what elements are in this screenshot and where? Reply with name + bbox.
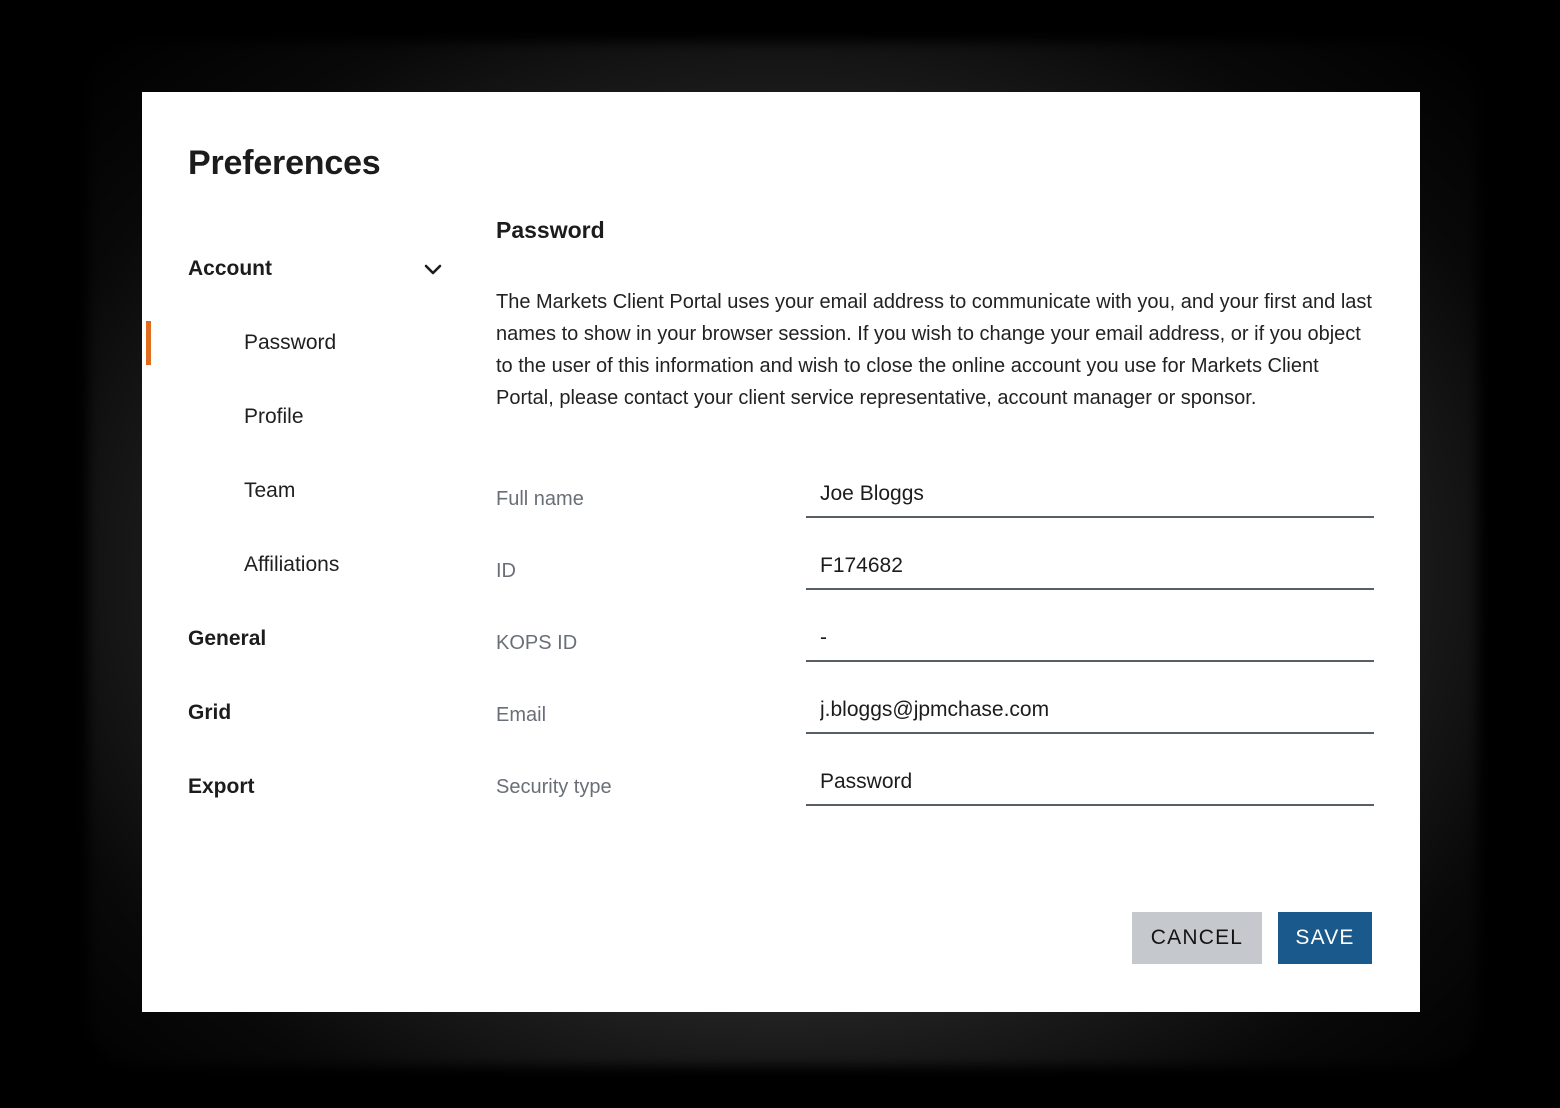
sidebar-item-general[interactable]: General (142, 602, 494, 676)
sidebar-item-profile-label: Profile (244, 405, 304, 428)
field-row-full-name: Full name (496, 478, 1396, 550)
field-row-email: Email (496, 694, 1396, 766)
preferences-main-panel: Password The Markets Client Portal uses … (496, 217, 1396, 838)
security-type-input[interactable] (806, 766, 1374, 806)
sidebar-item-affiliations[interactable]: Affiliations (142, 528, 494, 602)
email-input[interactable] (806, 694, 1374, 734)
sidebar-item-grid-label: Grid (188, 701, 232, 724)
sidebar-item-grid[interactable]: Grid (142, 676, 494, 750)
sidebar-item-team-label: Team (244, 479, 296, 502)
field-row-id: ID (496, 550, 1396, 622)
sidebar-group-account-label: Account (188, 257, 272, 280)
screen-backdrop: Preferences Account Password Profile Tea… (0, 0, 1560, 1108)
account-form: Full name ID KOPS ID (496, 478, 1396, 838)
security-type-label: Security type (496, 776, 612, 798)
section-description: The Markets Client Portal uses your emai… (496, 291, 1372, 409)
id-input[interactable] (806, 550, 1374, 590)
field-row-security-type: Security type (496, 766, 1396, 838)
full-name-label: Full name (496, 488, 584, 510)
preferences-sidebar: Account Password Profile Team Affiliatio… (142, 232, 494, 824)
sidebar-group-account[interactable]: Account (142, 232, 494, 306)
sidebar-item-affiliations-label: Affiliations (244, 553, 340, 576)
dialog-actions: CANCEL SAVE (1132, 912, 1372, 964)
id-label: ID (496, 560, 516, 582)
id-control (806, 550, 1396, 590)
sidebar-item-export-label: Export (188, 775, 255, 798)
kops-id-control (806, 622, 1396, 662)
sidebar-item-export[interactable]: Export (142, 750, 494, 824)
full-name-input[interactable] (806, 478, 1374, 518)
full-name-control (806, 478, 1396, 518)
chevron-down-icon[interactable] (420, 256, 446, 282)
save-button[interactable]: SAVE (1278, 912, 1372, 964)
security-type-control (806, 766, 1396, 806)
preferences-dialog: Preferences Account Password Profile Tea… (142, 92, 1420, 1012)
section-title: Password (496, 217, 605, 243)
sidebar-item-team[interactable]: Team (142, 454, 494, 528)
sidebar-item-password[interactable]: Password (142, 306, 494, 380)
field-row-kops-id: KOPS ID (496, 622, 1396, 694)
sidebar-item-general-label: General (188, 627, 267, 650)
kops-id-label: KOPS ID (496, 632, 578, 654)
email-label: Email (496, 704, 547, 726)
page-title: Preferences (188, 144, 381, 182)
sidebar-item-profile[interactable]: Profile (142, 380, 494, 454)
kops-id-input[interactable] (806, 622, 1374, 662)
email-control (806, 694, 1396, 734)
cancel-button[interactable]: CANCEL (1132, 912, 1262, 964)
sidebar-item-password-label: Password (244, 331, 337, 354)
